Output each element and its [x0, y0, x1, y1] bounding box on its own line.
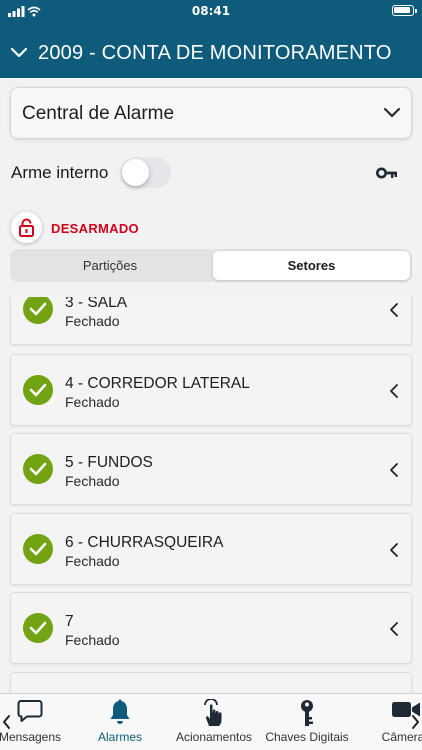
chat-bubble-icon	[17, 700, 43, 722]
view-segmented-control: Partições Setores	[10, 249, 412, 282]
sector-name: 7	[65, 613, 74, 630]
status-bar: 08:41	[0, 0, 422, 22]
tab-setores[interactable]: Setores	[213, 251, 410, 280]
sector-item-partial[interactable]	[10, 672, 412, 693]
sector-name: 6 - CHURRASQUEIRA	[65, 534, 224, 551]
sector-item[interactable]: 4 - CORREDOR LATERAL Fechado	[10, 354, 412, 426]
sector-state: Fechado	[65, 473, 120, 489]
check-circle-icon	[23, 534, 53, 564]
sector-state: Fechado	[65, 313, 120, 329]
key-icon[interactable]	[376, 166, 398, 180]
chevron-down-icon	[384, 108, 400, 117]
sector-item[interactable]: 5 - FUNDOS Fechado	[10, 433, 412, 505]
key-icon	[301, 700, 313, 726]
arm-disarm-button[interactable]	[11, 212, 42, 243]
sector-item[interactable]: 6 - CHURRASQUEIRA Fechado	[10, 513, 412, 585]
tab-label: Chaves Digitais	[265, 730, 349, 744]
clock: 08:41	[191, 4, 231, 18]
tab-particoes[interactable]: Partições	[12, 251, 208, 280]
chevron-down-icon	[10, 47, 28, 58]
chevron-left-icon	[390, 303, 398, 317]
chevron-left-icon	[390, 463, 398, 477]
app-header: 08:41 2009 - CONTA DE MONITORAMENTO	[0, 0, 422, 78]
sector-state: Fechado	[65, 632, 120, 648]
central-selector[interactable]: Central de Alarme	[10, 87, 412, 139]
sector-item[interactable]: 3 - SALA Fechado	[10, 297, 412, 345]
tab-chaves-digitais[interactable]: Chaves Digitais	[260, 694, 354, 750]
bottom-tab-bar: Mensagens Alarmes Acionamentos Chaves Di…	[0, 693, 422, 750]
tab-acionamentos[interactable]: Acionamentos	[166, 694, 262, 750]
bell-icon	[110, 699, 130, 724]
unlocked-padlock-icon	[19, 218, 34, 237]
check-circle-icon	[23, 297, 53, 324]
alarm-status-text: DESARMADO	[51, 221, 139, 236]
arme-interno-toggle[interactable]	[120, 157, 171, 188]
hand-tap-icon	[204, 699, 222, 726]
sector-name: 5 - FUNDOS	[65, 454, 153, 471]
central-selector-value: Central de Alarme	[22, 103, 175, 124]
chevron-left-icon	[390, 384, 398, 398]
tab-label: Mensagens	[0, 730, 62, 744]
check-circle-icon	[23, 454, 53, 484]
tab-label: Alarmes	[97, 730, 142, 744]
tab-mensagens[interactable]: Mensagens	[0, 694, 78, 750]
battery-icon	[392, 5, 417, 16]
tab-label: Acionamentos	[175, 730, 253, 744]
arme-interno-label: Arme interno	[11, 163, 109, 182]
chevron-left-icon[interactable]	[2, 714, 11, 730]
sector-state: Fechado	[65, 553, 120, 569]
tab-label: Câmeras	[381, 730, 422, 744]
sector-state: Fechado	[65, 394, 120, 410]
sector-name: 3 - SALA	[65, 297, 128, 311]
sector-list[interactable]: 3 - SALA Fechado 4 - CORREDOR LATERAL Fe…	[0, 297, 422, 693]
chevron-left-icon	[390, 622, 398, 636]
chevron-left-icon	[390, 543, 398, 557]
chevron-right-icon[interactable]	[411, 714, 420, 730]
sector-name: 4 - CORREDOR LATERAL	[65, 375, 250, 392]
account-title: 2009 - CONTA DE MONITORAMENTO	[38, 42, 392, 64]
check-circle-icon	[23, 613, 53, 643]
check-circle-icon	[23, 375, 53, 405]
tab-alarmes[interactable]: Alarmes	[78, 694, 162, 750]
toggle-knob	[122, 159, 149, 186]
sector-item[interactable]: 7 Fechado	[10, 592, 412, 664]
account-selector[interactable]: 2009 - CONTA DE MONITORAMENTO	[0, 36, 422, 72]
